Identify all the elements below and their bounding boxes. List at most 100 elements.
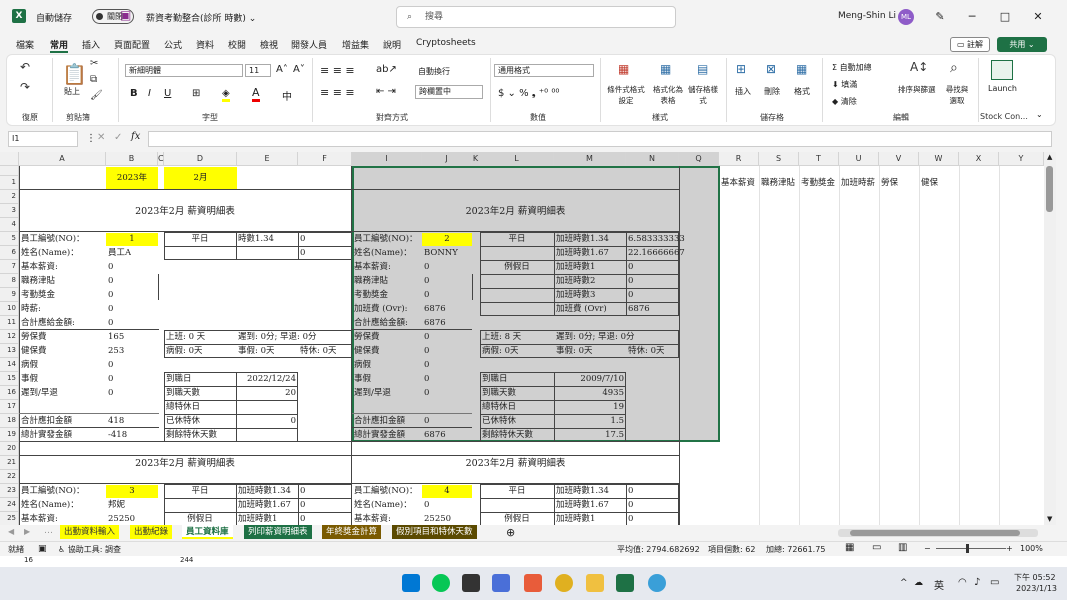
grow-font-icon[interactable]: A˄ [276, 64, 288, 75]
column-header[interactable]: U [839, 152, 879, 166]
cell-value[interactable]: 0 [424, 331, 429, 344]
file-explorer-icon[interactable] [586, 574, 604, 592]
row-header[interactable]: 3 [0, 204, 19, 218]
row-header[interactable]: 21 [0, 456, 19, 470]
fx-icon[interactable]: fx [131, 131, 140, 142]
cell-label[interactable]: 姓名(Name)： [354, 247, 412, 260]
line-app-icon[interactable] [432, 574, 450, 592]
edge-browser-icon[interactable] [648, 574, 666, 592]
year-cell[interactable]: 2023年 [106, 167, 158, 189]
notes-app-icon[interactable] [462, 574, 480, 592]
redo-icon[interactable]: ↷ [20, 80, 30, 94]
cell-value[interactable]: 6876 [424, 429, 446, 442]
employee-id-cell[interactable]: 3 [106, 485, 158, 498]
cell-value[interactable]: 0 [628, 275, 633, 288]
row-header[interactable]: 8 [0, 274, 19, 288]
cell-label[interactable]: 例假日 [480, 261, 554, 274]
cell-label[interactable]: 員工編號(NO)： [21, 485, 85, 498]
cell-label[interactable]: 遲到/早退 [21, 387, 58, 400]
cell-label[interactable]: 上班: 0 天 [166, 331, 205, 344]
cell-value[interactable]: 0 [424, 289, 429, 302]
cell-value[interactable]: 0 [424, 275, 429, 288]
cell-value[interactable]: 0 [628, 499, 633, 512]
sheet-tab-active[interactable]: 員工資料庫 [182, 525, 233, 539]
employee-id-cell[interactable]: 2 [422, 233, 472, 246]
payslip-title[interactable]: 2023年2月 薪資明細表 [352, 205, 679, 218]
align-left-icon[interactable]: ≡ ≡ ≡ [320, 86, 355, 99]
cell-label[interactable]: 已休特休 [482, 415, 516, 428]
sort-filter-icon[interactable]: A↕ [910, 60, 928, 74]
cell-label[interactable]: 合計應扣金額 [21, 415, 72, 428]
macro-record-icon[interactable]: ▣ [38, 544, 47, 554]
cell-value[interactable]: 員工A [108, 247, 131, 260]
cell-label[interactable]: 員工編號(NO)： [354, 233, 418, 246]
formula-options-icon[interactable]: ⋮ [86, 133, 96, 144]
cell-value[interactable]: 0 [108, 373, 113, 386]
font-color-icon[interactable]: A [252, 86, 260, 102]
find-icon[interactable]: ⌕ [950, 60, 958, 76]
menu-file[interactable]: 檔案 [16, 38, 34, 51]
cell-label[interactable]: 勞保費 [21, 331, 47, 344]
cell-value[interactable]: 6.583333333 [628, 233, 685, 246]
comment-button[interactable]: ▭ 註解 [950, 37, 990, 52]
column-header[interactable]: I [352, 152, 422, 166]
cell-value[interactable]: 0 [108, 359, 113, 372]
cell-label[interactable]: 事假: 0天 [238, 345, 274, 358]
battery-icon[interactable]: ▭ [990, 577, 999, 588]
cell-label[interactable]: 平日 [164, 233, 236, 246]
column-header[interactable]: W [919, 152, 959, 166]
column-header[interactable]: B [106, 152, 158, 166]
clear-button[interactable]: ◆ 清除 [832, 96, 857, 107]
cell-value[interactable]: 6876 [424, 317, 446, 330]
tray-expand-icon[interactable]: ^ [900, 578, 908, 588]
formula-input[interactable] [148, 131, 1052, 147]
wifi-icon[interactable]: ◠ [958, 577, 967, 588]
prev-sheet-icon[interactable]: ◀ [8, 527, 14, 536]
autosum-button[interactable]: Σ 自動加總 [832, 62, 872, 73]
clock-date[interactable]: 2023/1/13 [1016, 584, 1057, 593]
cell-label[interactable]: 病假 [354, 359, 371, 372]
close-button[interactable]: ✕ [1028, 8, 1048, 26]
align-top-icon[interactable]: ≡ ≡ ≡ [320, 64, 355, 77]
menu-developer[interactable]: 開發人員 [291, 38, 327, 51]
zoom-slider-thumb[interactable] [966, 544, 969, 553]
next-sheet-icon[interactable]: ▶ [24, 527, 30, 536]
find-select-button[interactable]: 尋找與選取 [944, 84, 970, 106]
cell-value[interactable]: 1.5 [556, 415, 624, 428]
menu-review[interactable]: 校閱 [228, 38, 246, 51]
row-header[interactable]: 10 [0, 302, 19, 316]
payslip-title[interactable]: 2023年2月 薪資明細表 [19, 205, 351, 218]
cell-value[interactable]: 4935 [556, 387, 624, 400]
cloud-icon[interactable]: ☁ [914, 578, 923, 588]
zoom-in-icon[interactable]: + [1006, 544, 1013, 553]
row-header[interactable]: 1 [0, 176, 19, 190]
row-header[interactable]: 7 [0, 260, 19, 274]
bold-icon[interactable]: B [130, 88, 138, 99]
italic-icon[interactable]: I [148, 88, 151, 99]
cell-label[interactable]: 合計應扣金額 [354, 415, 405, 428]
zoom-level[interactable]: 100% [1020, 544, 1043, 553]
cell-value[interactable]: 22.16666667 [628, 247, 685, 260]
underline-icon[interactable]: U [164, 88, 171, 99]
column-header[interactable]: D [164, 152, 237, 166]
menu-cryptosheets[interactable]: Cryptosheets [416, 38, 476, 48]
payslip-title[interactable]: 2023年2月 薪資明細表 [19, 457, 351, 470]
cell-value[interactable]: 165 [108, 331, 124, 344]
format-table-icon[interactable]: ▦ [660, 62, 671, 76]
cell-label[interactable]: 姓名(Name)： [21, 247, 79, 260]
cell-label[interactable]: 合計應給金額: [354, 317, 408, 330]
row-header[interactable]: 25 [0, 512, 19, 526]
cell-label[interactable]: 總特休日 [482, 401, 516, 414]
add-sheet-icon[interactable]: ⊕ [506, 526, 515, 539]
cell-value[interactable]: -418 [108, 429, 127, 442]
column-header[interactable]: T [799, 152, 839, 166]
cell-label[interactable]: 平日 [480, 485, 554, 498]
column-header[interactable]: S [759, 152, 799, 166]
document-app-icon[interactable] [492, 574, 510, 592]
cell-value[interactable]: 19 [556, 401, 624, 414]
column-header[interactable]: A [19, 152, 106, 166]
merge-center-button[interactable]: 跨欄置中 [415, 85, 483, 99]
row-header[interactable]: 14 [0, 358, 19, 372]
cell-label[interactable]: 健保費 [354, 345, 380, 358]
zoom-slider[interactable] [936, 548, 1006, 549]
